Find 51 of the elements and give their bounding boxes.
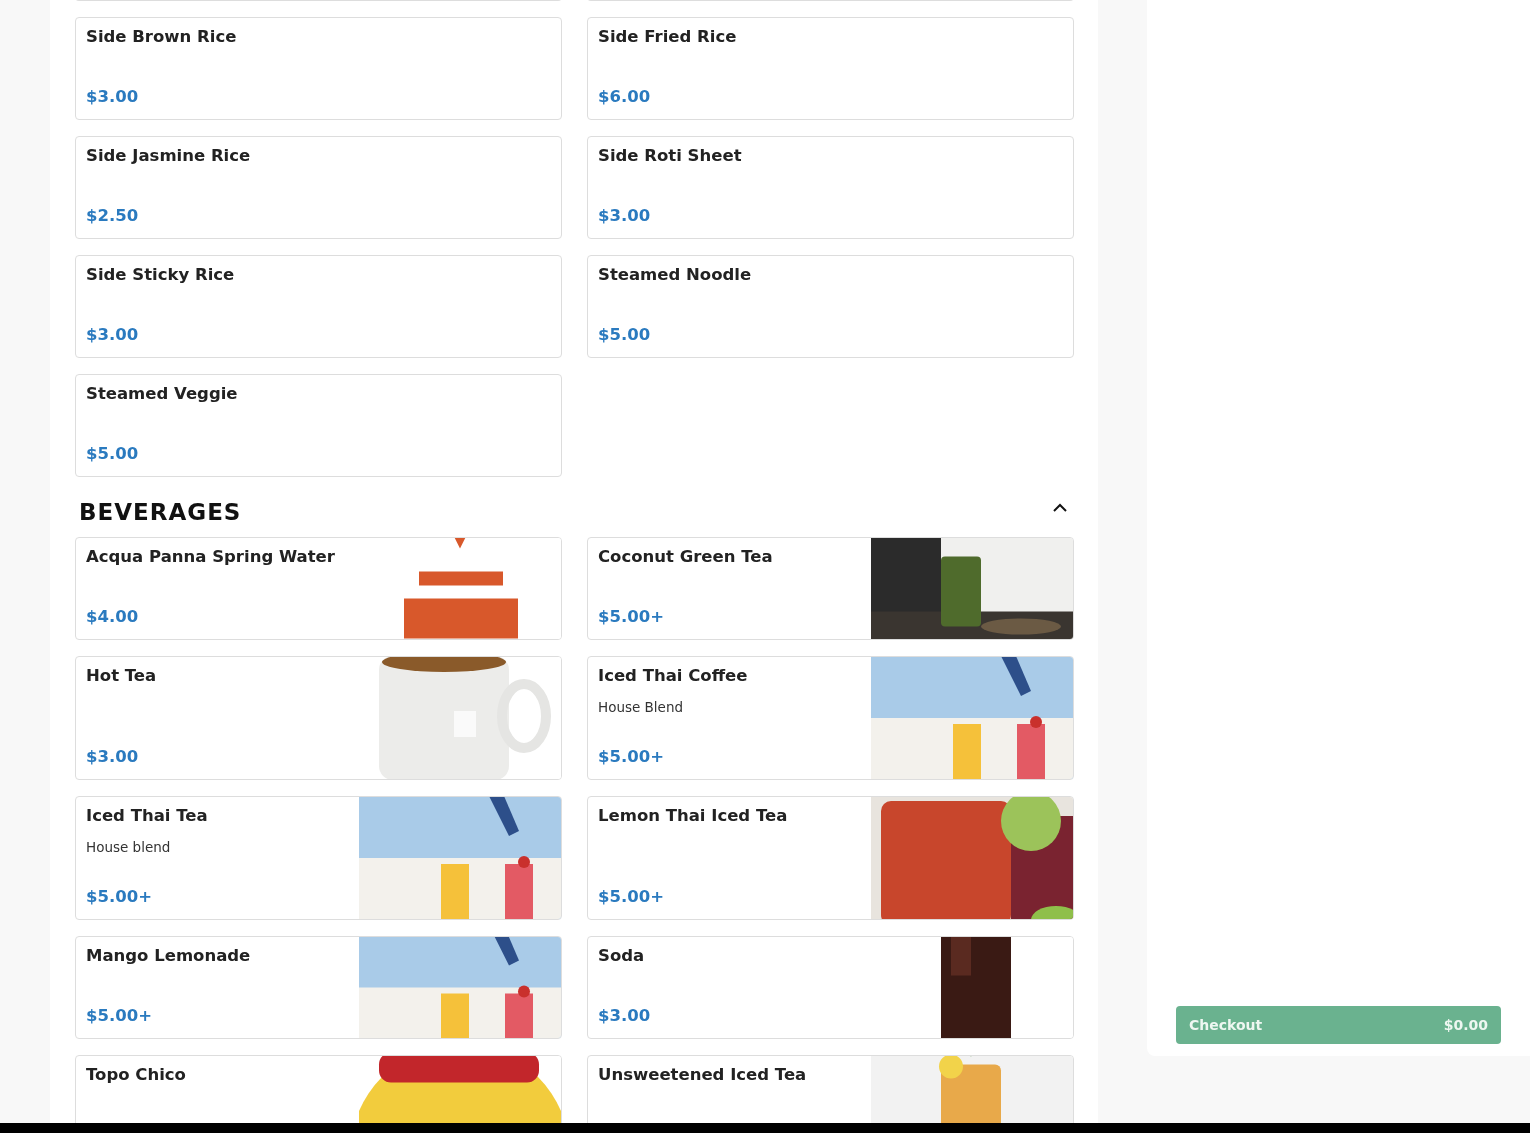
item-name: Hot Tea bbox=[86, 666, 158, 685]
menu-item-card[interactable]: Side Roti Sheet $3.00 bbox=[587, 136, 1074, 239]
item-price: $3.00 bbox=[86, 86, 140, 106]
menu-item-card[interactable]: Mango Lemonade $5.00+ bbox=[75, 936, 562, 1039]
item-price: $3.00 bbox=[598, 205, 652, 225]
item-name: Side Sticky Rice bbox=[86, 265, 236, 284]
menu-item-card[interactable]: Coconut Green Tea $5.00+ bbox=[587, 537, 1074, 640]
item-price: $5.00+ bbox=[598, 746, 666, 766]
menu-item-card[interactable]: Side Sticky Rice $3.00 bbox=[75, 255, 562, 358]
menu-item-card[interactable]: Steamed Veggie $5.00 bbox=[75, 374, 562, 477]
item-price: $5.00+ bbox=[598, 606, 666, 626]
menu-item-card[interactable]: Side Brown Rice $3.00 bbox=[75, 17, 562, 120]
menu-item-card[interactable]: Side Fried Rice $6.00 bbox=[587, 17, 1074, 120]
item-description: House blend bbox=[86, 839, 172, 855]
menu-item-card[interactable]: Acqua Panna Spring Water $4.00 bbox=[75, 537, 562, 640]
item-name: Coconut Green Tea bbox=[598, 547, 774, 566]
item-name: Acqua Panna Spring Water bbox=[86, 547, 336, 566]
item-name: Steamed Veggie bbox=[86, 384, 239, 403]
menu-item-card[interactable]: Iced Thai Tea House blend $5.00+ bbox=[75, 796, 562, 920]
menu-item-card[interactable]: Steamed Noodle $5.00 bbox=[587, 255, 1074, 358]
chevron-icon[interactable] bbox=[1053, 502, 1067, 512]
item-name: Topo Chico bbox=[86, 1065, 187, 1084]
menu-item-card[interactable]: Lemon Thai Iced Tea $5.00+ bbox=[587, 796, 1074, 920]
item-name: Mango Lemonade bbox=[86, 946, 252, 965]
item-price: $5.00+ bbox=[86, 886, 154, 906]
item-price: $3.00 bbox=[598, 1005, 652, 1025]
menu-item-card[interactable]: Hot Tea $3.00 bbox=[75, 656, 562, 780]
item-name: Iced Thai Coffee bbox=[598, 666, 749, 685]
item-price: $3.00 bbox=[86, 324, 140, 344]
item-name: Lemon Thai Iced Tea bbox=[598, 806, 789, 825]
menu-item-card[interactable]: Iced Thai Coffee House Blend $5.00+ bbox=[587, 656, 1074, 780]
item-name: Side Brown Rice bbox=[86, 27, 238, 46]
item-price: $5.00+ bbox=[598, 886, 666, 906]
item-price: $5.00+ bbox=[86, 1005, 154, 1025]
item-price: $2.50 bbox=[86, 205, 140, 225]
item-name: Steamed Noodle bbox=[598, 265, 753, 284]
item-name: Side Roti Sheet bbox=[598, 146, 743, 165]
menu-item-card[interactable]: Side Jasmine Rice $2.50 bbox=[75, 136, 562, 239]
item-name: Soda bbox=[598, 946, 646, 965]
item-name: Side Jasmine Rice bbox=[86, 146, 252, 165]
item-price: $5.00 bbox=[86, 443, 140, 463]
section-title: BEVERAGES bbox=[79, 499, 242, 525]
item-price: $3.00 bbox=[86, 746, 140, 766]
item-price: $6.00 bbox=[598, 86, 652, 106]
item-name: Iced Thai Tea bbox=[86, 806, 209, 825]
item-name: Unsweetened Iced Tea bbox=[598, 1065, 808, 1084]
item-price: $5.00 bbox=[598, 324, 652, 344]
menu-item-card[interactable]: Soda $3.00 bbox=[587, 936, 1074, 1039]
item-description: House Blend bbox=[598, 699, 685, 715]
item-name: Side Fried Rice bbox=[598, 27, 738, 46]
item-price: $4.00 bbox=[86, 606, 140, 626]
